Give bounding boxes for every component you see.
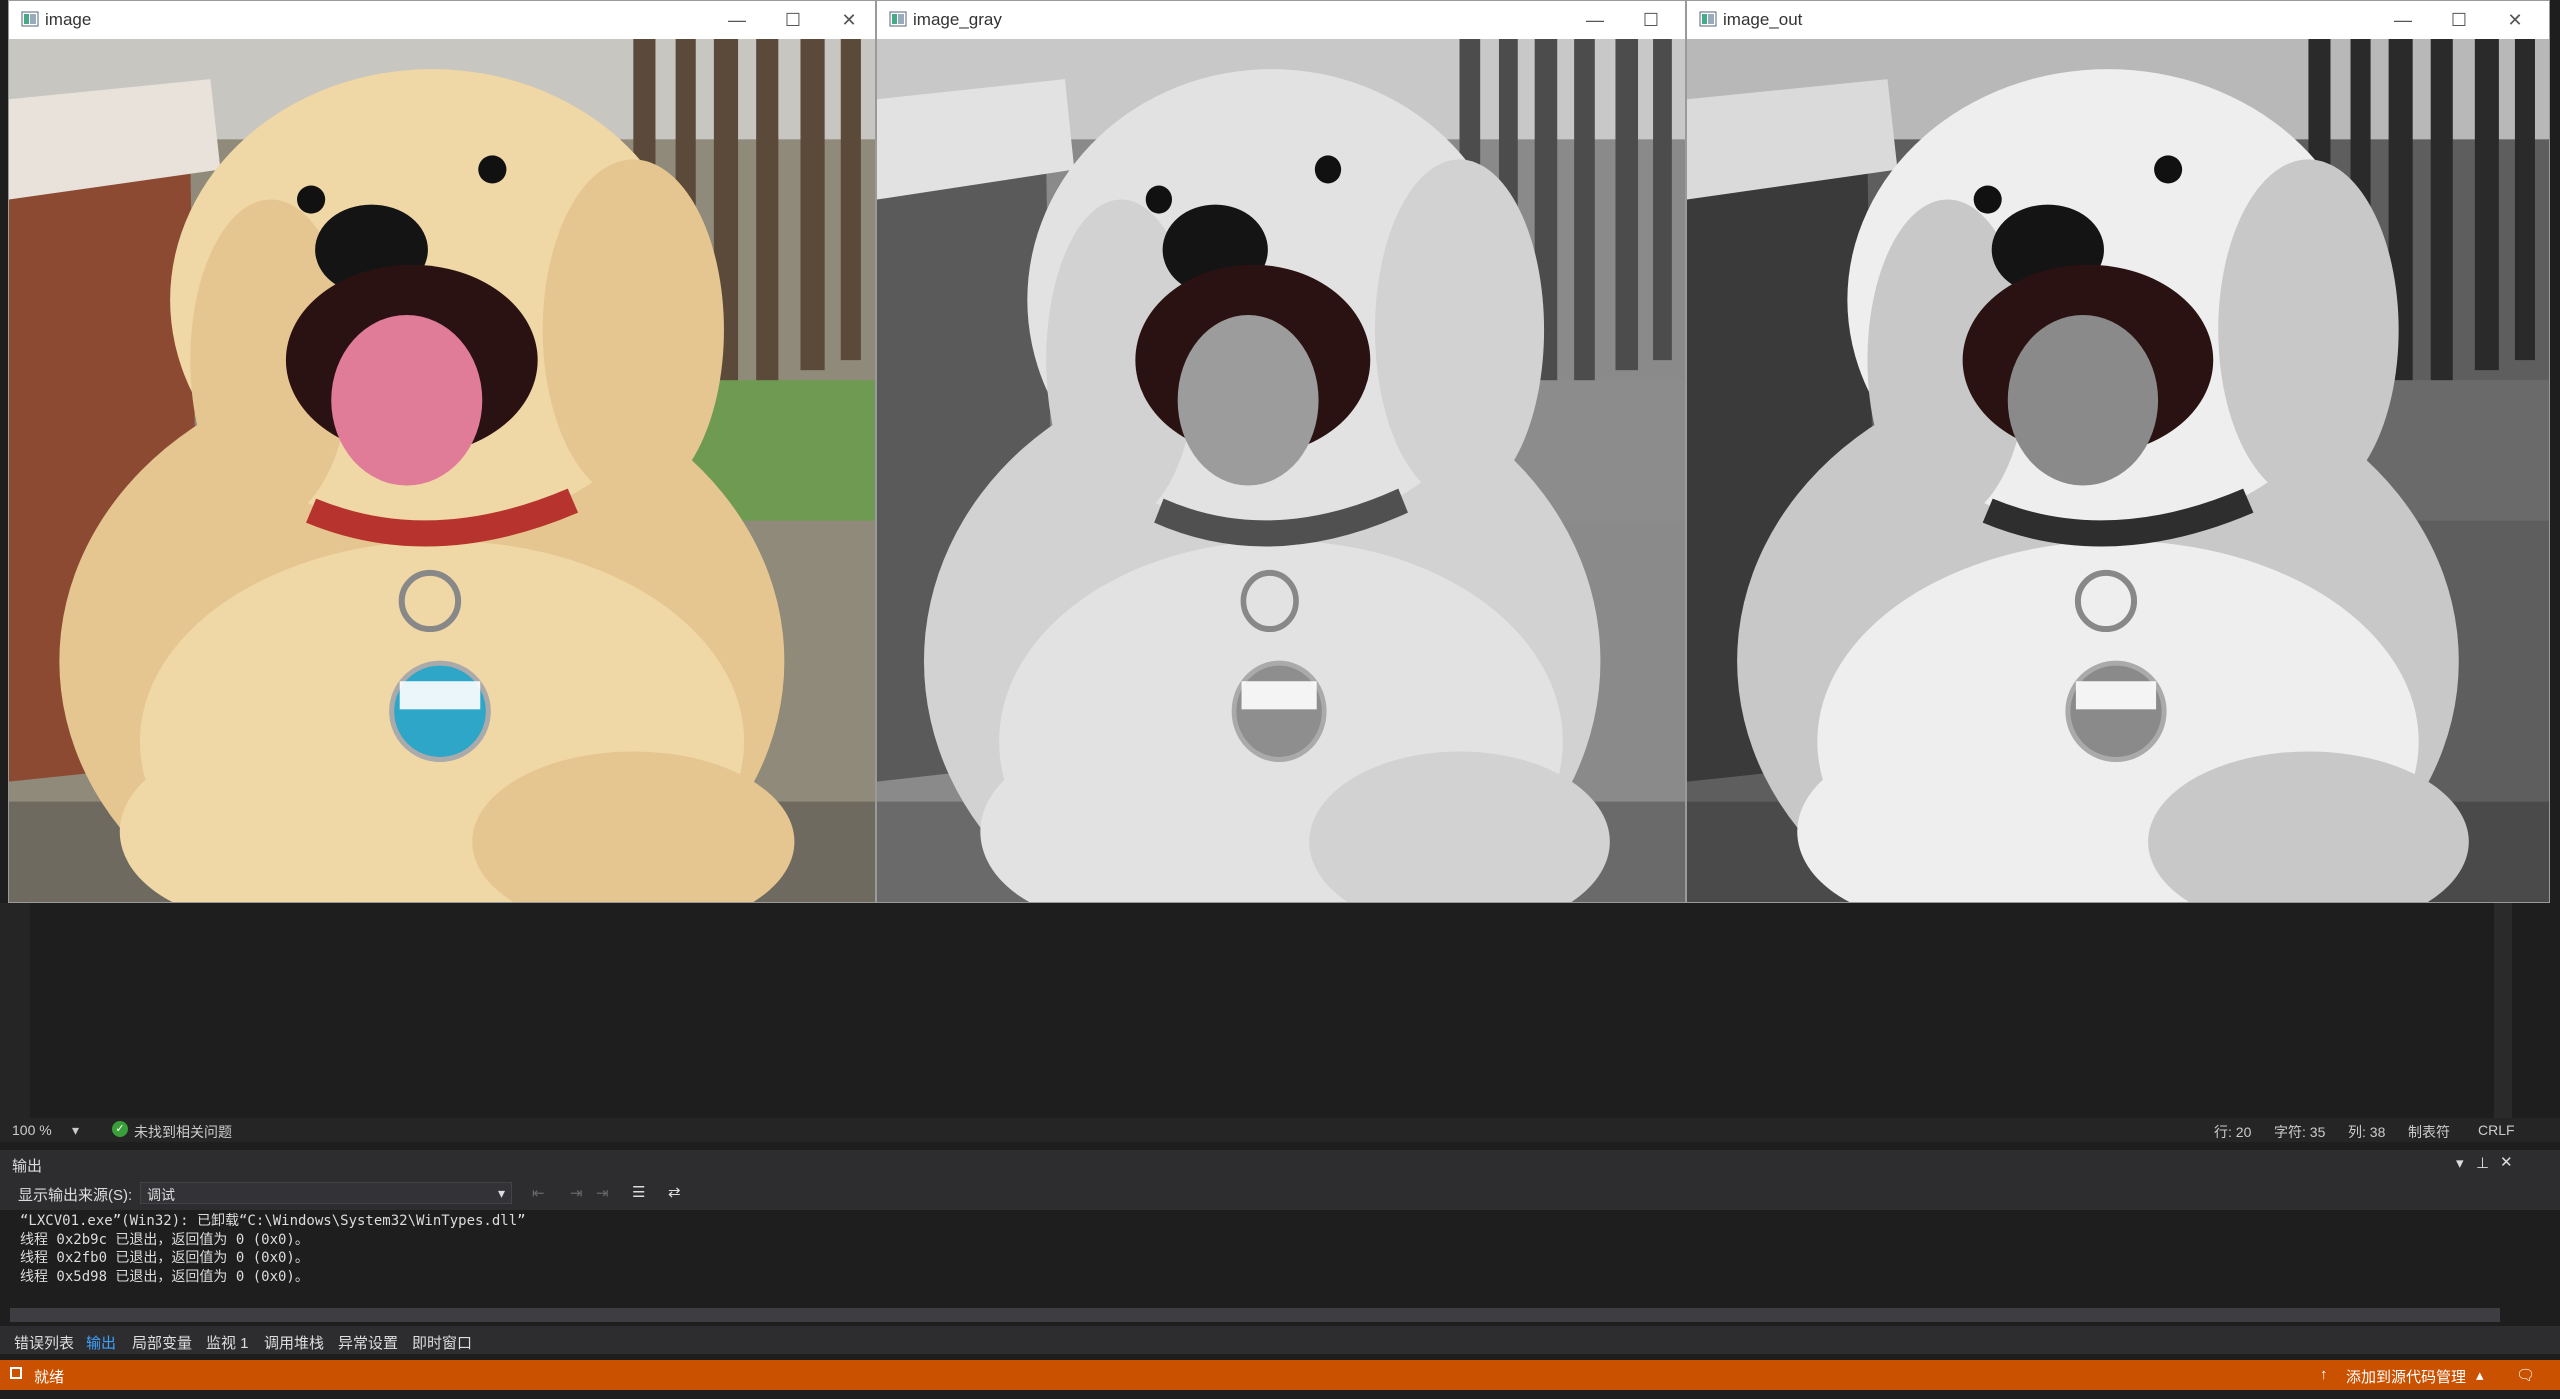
tab-output[interactable]: 输出 [86, 1332, 116, 1353]
ready-status: 就绪 [34, 1369, 65, 1386]
cursor-col: 列: 38 [2348, 1124, 2386, 1140]
title-bar[interactable]: image_out — ☐ ✕ [1687, 1, 2549, 39]
editor-gutter [0, 903, 30, 1118]
cursor-line: 行: 20 [2214, 1124, 2252, 1140]
window-image-gray[interactable]: image_gray — ☐ [876, 0, 1686, 903]
code-editor[interactable] [0, 903, 2560, 1118]
close-icon[interactable]: ✕ [2487, 1, 2543, 39]
ready-icon [10, 1367, 22, 1379]
panel-dropdown-icon[interactable]: ▾ [2456, 1154, 2464, 1172]
tab-exception-settings[interactable]: 异常设置 [338, 1332, 398, 1353]
clear-all-icon[interactable]: ☰ [632, 1183, 645, 1201]
tab-immediate-window[interactable]: 即时窗口 [412, 1332, 472, 1353]
window-image[interactable]: image — ☐ ✕ [8, 0, 876, 903]
image-gray-canvas [877, 39, 1685, 902]
cursor-char: 字符: 35 [2274, 1124, 2326, 1140]
bottom-tool-tabs: 错误列表 输出 局部变量 监视 1 调用堆栈 异常设置 即时窗口 [0, 1326, 2560, 1354]
output-text[interactable]: “LXCV01.exe”(Win32): 已卸载“C:\Windows\Syst… [20, 1212, 2490, 1308]
output-horizontal-scrollbar[interactable] [10, 1308, 2500, 1322]
window-image-out[interactable]: image_out — ☐ ✕ [1686, 0, 2550, 903]
tab-locals[interactable]: 局部变量 [132, 1332, 192, 1353]
notifications-icon[interactable]: 🗨 [2516, 1366, 2535, 1384]
puppy-photo-out [1687, 39, 2549, 902]
ide-status-bar: 就绪 ↑ 添加到源代码管理 ▴ 🗨 [0, 1360, 2560, 1390]
tab-watch-1[interactable]: 监视 1 [206, 1332, 249, 1353]
add-to-source-control[interactable]: 添加到源代码管理 [2346, 1366, 2466, 1387]
output-title: 输出 [12, 1158, 43, 1175]
puppy-photo-gray [877, 39, 1685, 902]
check-icon: ✓ [112, 1121, 128, 1137]
output-line: 线程 0x2b9c 已退出，返回值为 0 (0x0)。 [20, 1231, 309, 1248]
app-icon [889, 11, 907, 27]
tab-error-list[interactable]: 错误列表 [14, 1332, 74, 1353]
close-panel-icon[interactable]: ✕ [2500, 1153, 2513, 1171]
maximize-icon[interactable]: ☐ [2431, 1, 2487, 39]
output-line: 线程 0x5d98 已退出，返回值为 0 (0x0)。 [20, 1268, 309, 1285]
output-panel-header: 输出 ▾ ⊥ ✕ [0, 1150, 2560, 1178]
close-icon[interactable]: ✕ [821, 1, 877, 39]
window-title: image_out [1723, 10, 1803, 29]
image-canvas [9, 39, 875, 902]
window-title: image [45, 10, 92, 29]
puppy-photo [9, 39, 875, 902]
tab-mode[interactable]: 制表符 [2408, 1122, 2450, 1142]
minimize-icon[interactable]: — [2375, 1, 2431, 39]
issues-status[interactable]: 未找到相关问题 [134, 1122, 232, 1142]
app-icon [21, 11, 39, 27]
pin-icon[interactable]: ⊥ [2476, 1154, 2489, 1172]
minimize-icon[interactable]: — [1567, 1, 1623, 39]
output-source-label: 显示输出来源(S): [18, 1187, 133, 1204]
output-toolbar: 显示输出来源(S): 调试 ▾ ⇤ ⇥ ⇥ ☰ ⇄ [0, 1178, 2560, 1210]
output-source-select[interactable]: 调试 ▾ [140, 1182, 512, 1204]
find-previous-icon[interactable]: ⇤ [532, 1184, 545, 1202]
zoom-dropdown-icon[interactable]: ▾ [72, 1122, 79, 1139]
zoom-level[interactable]: 100 % [12, 1122, 52, 1138]
tab-call-stack[interactable]: 调用堆栈 [264, 1332, 324, 1353]
find-last-icon[interactable]: ⇥ [596, 1184, 609, 1202]
title-bar[interactable]: image — ☐ ✕ [9, 1, 875, 39]
find-next-icon[interactable]: ⇥ [570, 1184, 583, 1202]
output-line: 线程 0x2fb0 已退出，返回值为 0 (0x0)。 [20, 1250, 309, 1266]
app-icon [1699, 11, 1717, 27]
image-out-canvas [1687, 39, 2549, 902]
line-ending[interactable]: CRLF [2478, 1122, 2515, 1138]
output-line: “LXCV01.exe”(Win32): 已卸载“C:\Windows\Syst… [20, 1213, 526, 1229]
maximize-icon[interactable]: ☐ [1623, 1, 1679, 39]
chevron-down-icon: ▾ [497, 1185, 505, 1201]
title-bar[interactable]: image_gray — ☐ [877, 1, 1685, 39]
word-wrap-icon[interactable]: ⇄ [668, 1183, 681, 1201]
editor-status-line: 100 % ▾ ✓ 未找到相关问题 行: 20 字符: 35 列: 38 制表符… [0, 1118, 2560, 1142]
source-control-up-icon: ↑ [2320, 1366, 2328, 1383]
source-control-dropdown-icon[interactable]: ▴ [2476, 1366, 2484, 1384]
minimize-icon[interactable]: — [709, 1, 765, 39]
maximize-icon[interactable]: ☐ [765, 1, 821, 39]
window-title: image_gray [913, 10, 1002, 29]
editor-vertical-scrollbar[interactable] [2494, 903, 2512, 1118]
